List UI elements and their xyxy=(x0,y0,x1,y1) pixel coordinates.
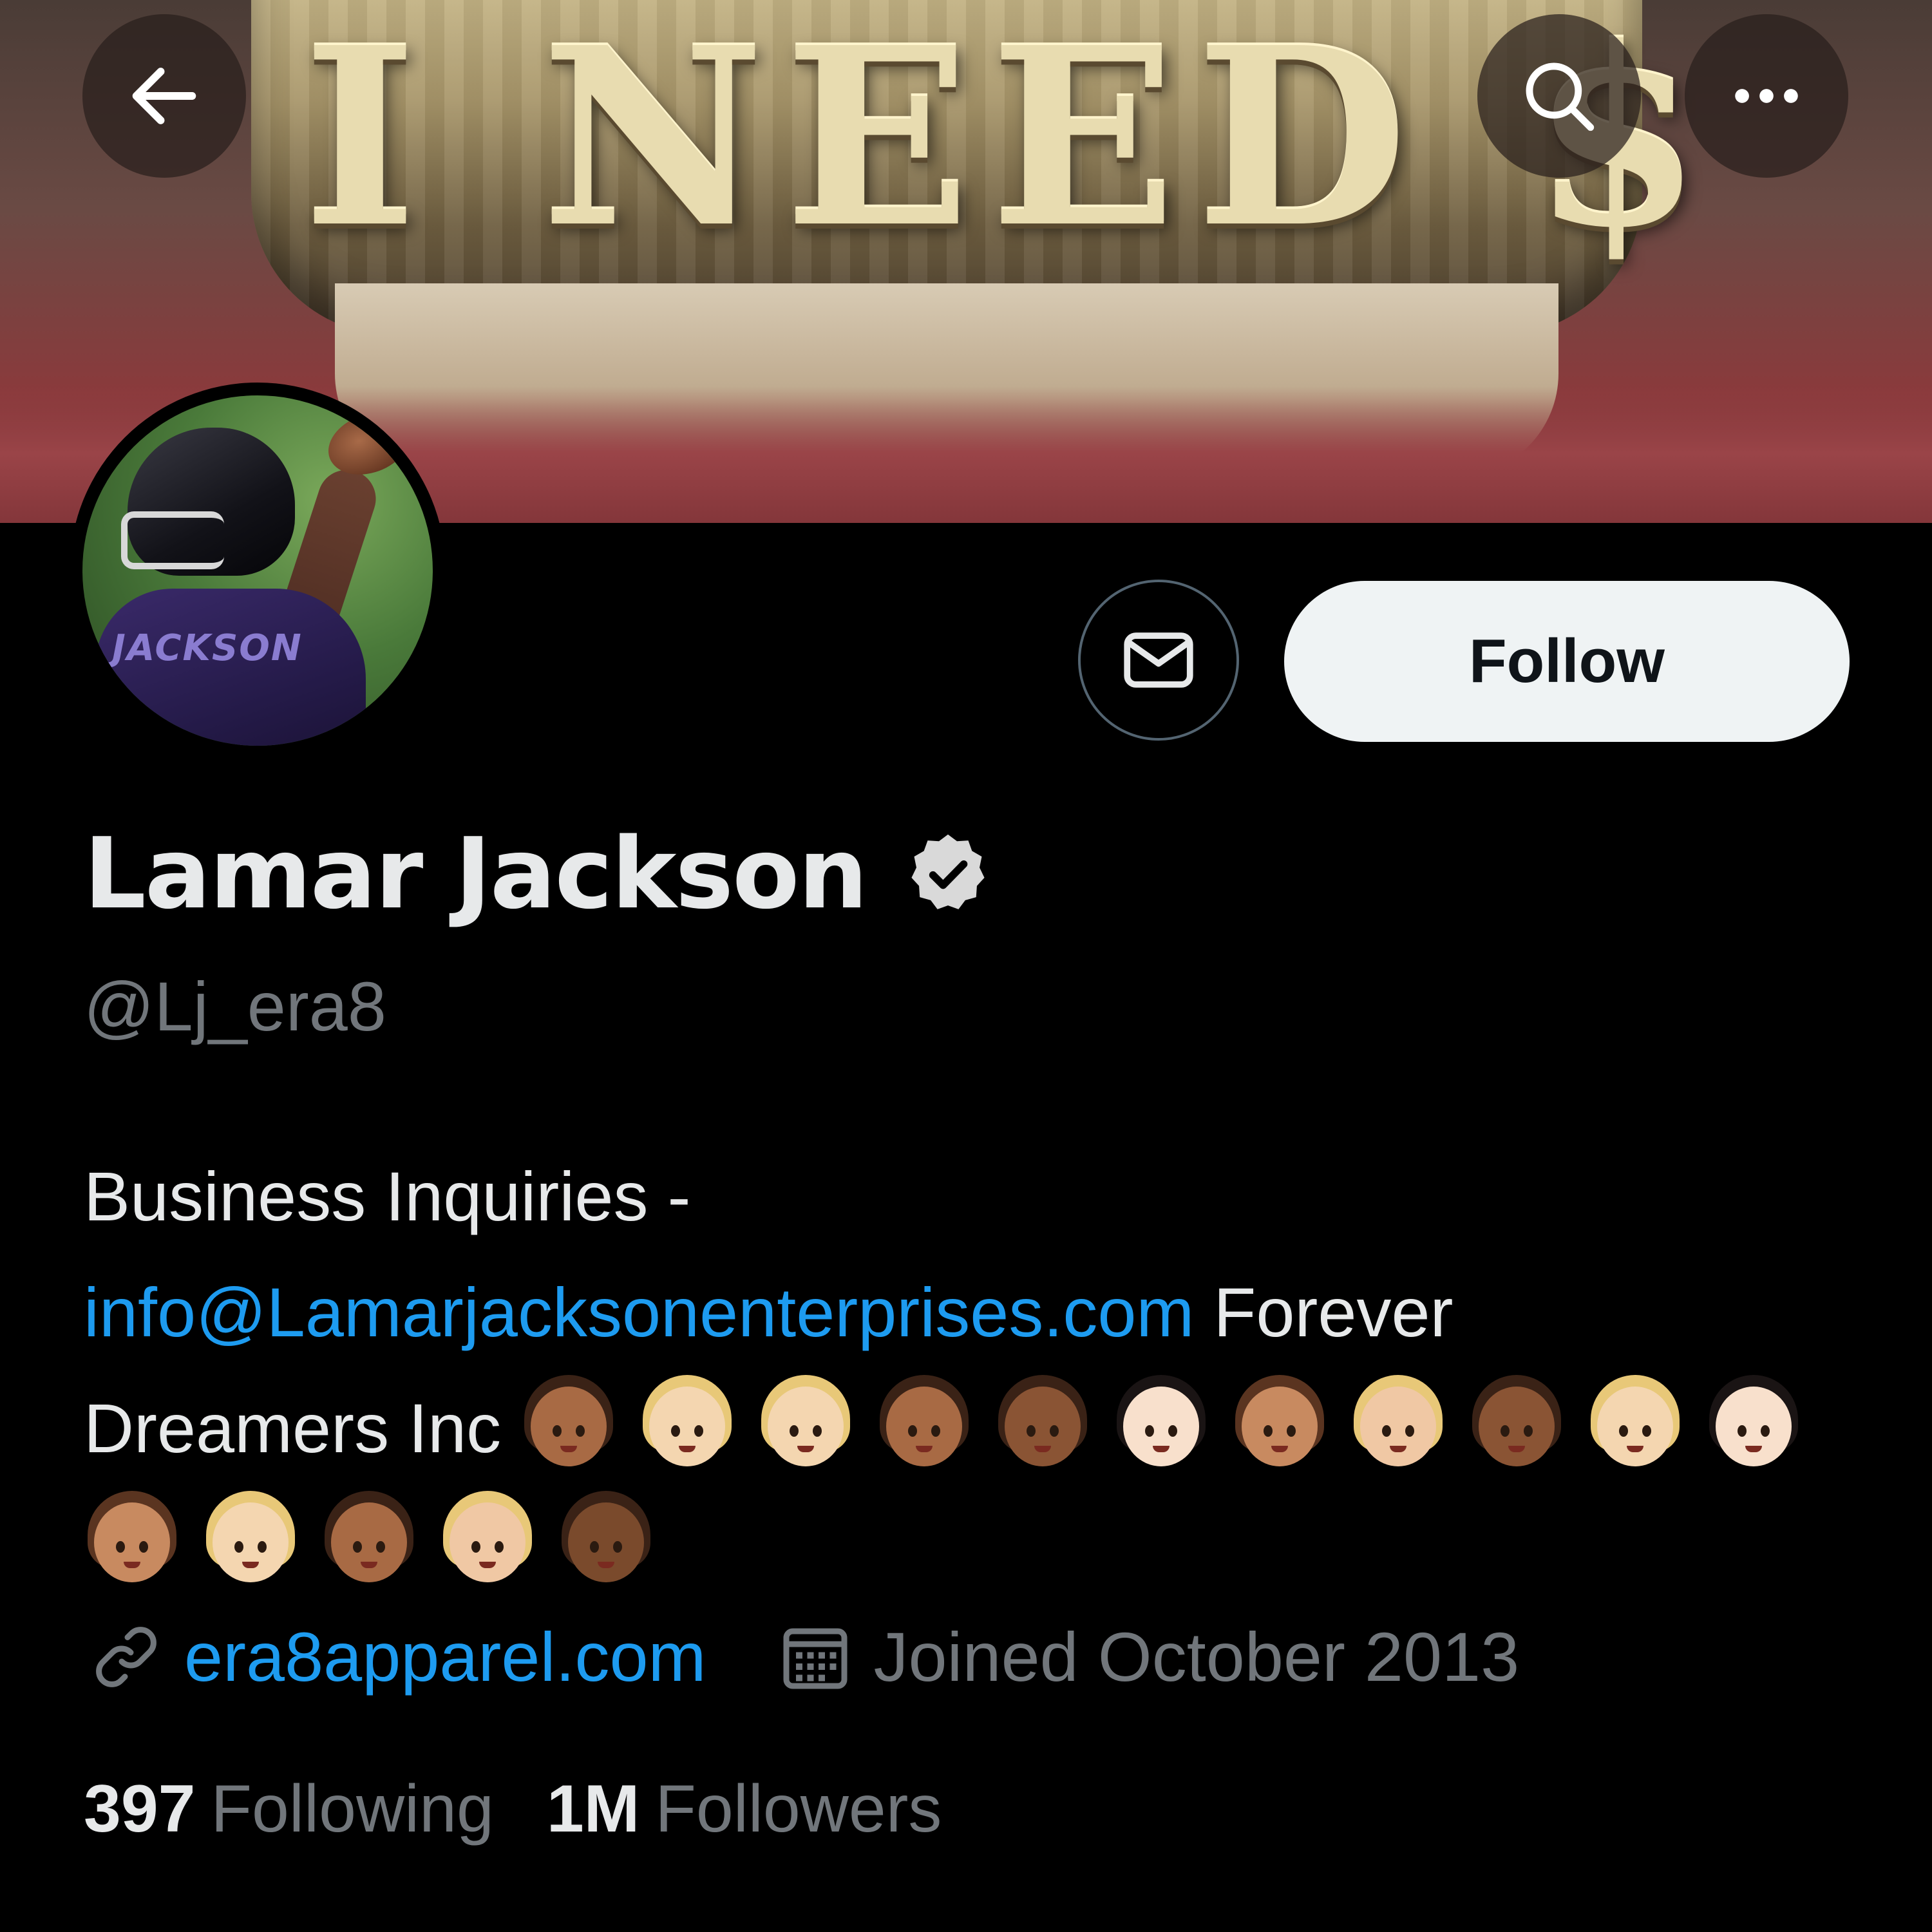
profile-name: Lamar Jackson xyxy=(84,817,868,931)
followers-label: Followers xyxy=(655,1772,942,1846)
bio-line-1: Business Inquiries - xyxy=(84,1157,691,1235)
bio-text-after-email: Forever xyxy=(1194,1273,1454,1351)
avatar-photo: JACKSON xyxy=(82,395,433,746)
calendar-icon xyxy=(783,1628,848,1689)
person-emoji-icon xyxy=(876,1375,972,1472)
person-emoji-icon xyxy=(639,1375,735,1472)
message-button[interactable] xyxy=(1078,580,1239,741)
facemask xyxy=(121,511,224,569)
person-emoji-icon xyxy=(994,1375,1091,1472)
search-icon xyxy=(1526,62,1595,131)
person-emoji-icon xyxy=(1113,1375,1209,1472)
person-emoji-icon xyxy=(1587,1375,1683,1472)
followers-link[interactable]: 1M Followers xyxy=(547,1771,942,1848)
person-emoji-icon xyxy=(1231,1375,1328,1472)
bio-email-link[interactable]: info@Lamarjacksonenterprises.com xyxy=(84,1273,1194,1351)
following-link[interactable]: 397 Following xyxy=(84,1771,494,1848)
person-emoji-icon xyxy=(520,1375,617,1472)
bio-line-2: info@Lamarjacksonenterprises.com Forever xyxy=(84,1255,1861,1370)
back-button[interactable] xyxy=(82,14,246,178)
more-horizontal-icon xyxy=(1735,89,1798,103)
profile-handle: @Lj_era8 xyxy=(84,967,386,1045)
person-emoji-icon xyxy=(558,1491,654,1587)
jersey-name: JACKSON xyxy=(112,627,303,669)
more-options-button[interactable] xyxy=(1685,14,1848,178)
arrow-left-icon xyxy=(132,68,196,124)
bio-line-3: Dreamers Inc xyxy=(84,1370,1861,1602)
person-emoji-icon xyxy=(202,1491,299,1587)
link-icon xyxy=(96,1626,156,1687)
follow-counts: 397 Following 1M Followers xyxy=(84,1771,942,1848)
person-emoji-icon xyxy=(1705,1375,1802,1472)
person-emoji-icon xyxy=(757,1375,854,1472)
avatar[interactable]: JACKSON xyxy=(70,383,446,759)
verified-badge-icon[interactable] xyxy=(903,829,993,919)
person-emoji-icon xyxy=(1350,1375,1446,1472)
search-button[interactable] xyxy=(1477,14,1641,178)
joined-date: Joined October 2013 xyxy=(873,1618,1520,1696)
person-emoji-icon xyxy=(84,1491,180,1587)
profile-bio: Business Inquiries - info@Lamarjacksonen… xyxy=(84,1139,1861,1602)
person-emoji-icon xyxy=(1468,1375,1565,1472)
website-link[interactable]: era8apparel.com xyxy=(184,1616,706,1697)
followers-count: 1M xyxy=(546,1772,640,1846)
following-label: Following xyxy=(211,1772,494,1846)
following-count: 397 xyxy=(84,1772,196,1846)
person-emoji-icon xyxy=(439,1491,536,1587)
follow-button[interactable]: Follow xyxy=(1284,581,1850,742)
profile-meta: era8apparel.com Joined October 2013 xyxy=(88,1616,1519,1697)
bio-text-dreamers: Dreamers Inc xyxy=(84,1389,502,1467)
display-name: Lamar Jackson xyxy=(84,817,993,931)
envelope-icon xyxy=(1124,632,1193,688)
person-emoji-icon xyxy=(321,1491,417,1587)
